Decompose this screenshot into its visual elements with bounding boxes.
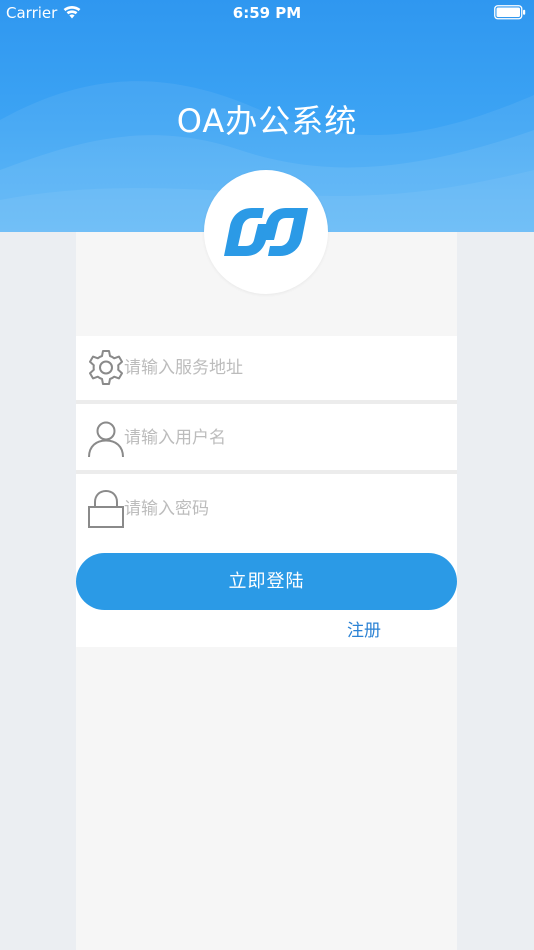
field-divider [76,400,457,404]
server-address-input[interactable] [124,348,424,388]
register-link[interactable]: 注册 [347,616,381,641]
app-logo-icon [224,208,308,256]
username-field [76,406,457,474]
login-button[interactable]: 立即登陆 [76,553,457,610]
field-divider [76,470,457,474]
user-icon [88,421,124,458]
battery-icon [494,5,526,20]
app-title: OA办公系统 [176,102,358,140]
status-bar: Carrier 6:59 PM [0,0,534,26]
lock-icon [88,489,124,528]
server-address-field [76,336,457,404]
password-input[interactable] [124,489,424,529]
status-time: 6:59 PM [232,4,302,22]
password-field [76,477,457,541]
username-input[interactable] [124,418,424,458]
gear-icon [89,350,123,385]
login-screen: Carrier 6:59 PM OA办公系统 请输入服务地址 请输入用户名 立即… [0,0,534,950]
app-logo [204,170,328,294]
